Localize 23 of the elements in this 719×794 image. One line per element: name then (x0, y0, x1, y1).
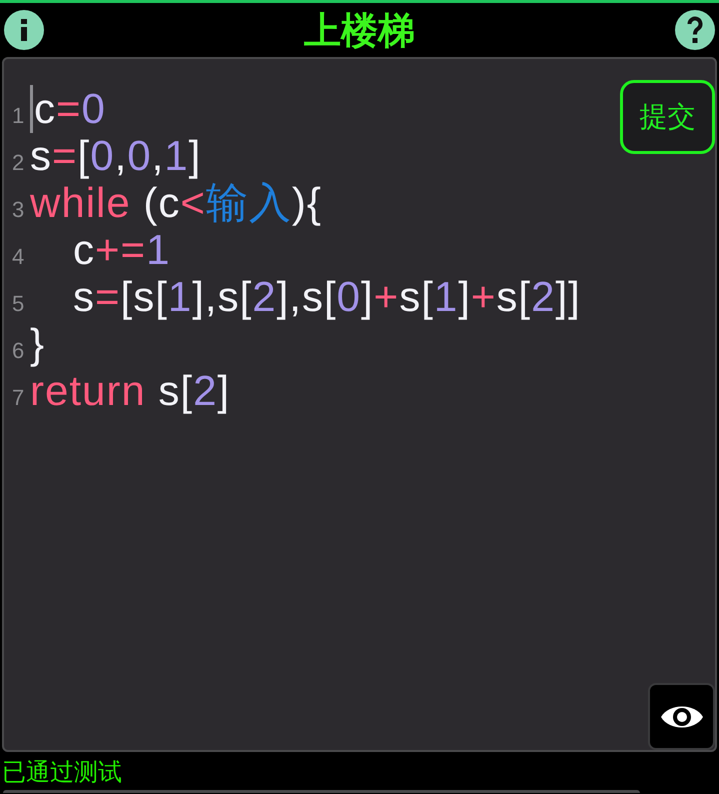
code-line: s=[0,0,1] (30, 132, 202, 179)
line-number: 7 (11, 387, 26, 409)
submit-button[interactable]: 提交 (620, 80, 715, 154)
code-line: c=0 (34, 85, 106, 132)
preview-button[interactable] (648, 683, 715, 750)
info-button[interactable] (4, 10, 44, 50)
code-editor[interactable]: 1 c=0 2 s=[0,0,1] 3 while (c<输入){ 4 c+=1 5 s=[s[1],s[2],s[0]+s[1]+s[2]] 6} 7 return s[2] 提交 (2, 57, 717, 752)
line-number: 2 (11, 152, 26, 174)
code-line: c+=1 (73, 226, 170, 273)
help-button[interactable] (675, 10, 715, 50)
status-text: 已通过测试 (2, 761, 122, 785)
code-line: } (30, 320, 46, 367)
code-line: while (c<输入){ (30, 179, 322, 226)
info-icon (20, 19, 28, 41)
code-line: s=[s[1],s[2],s[0]+s[1]+s[2]] (73, 273, 581, 320)
line-number: 5 (11, 293, 26, 315)
line-number: 4 (11, 246, 26, 268)
line-number: 1 (11, 105, 26, 127)
page-title: 上楼梯 (304, 12, 415, 48)
line-number: 3 (11, 199, 26, 221)
line-number: 6 (11, 340, 26, 362)
question-icon (687, 16, 703, 44)
code-line: return s[2] (30, 367, 230, 414)
